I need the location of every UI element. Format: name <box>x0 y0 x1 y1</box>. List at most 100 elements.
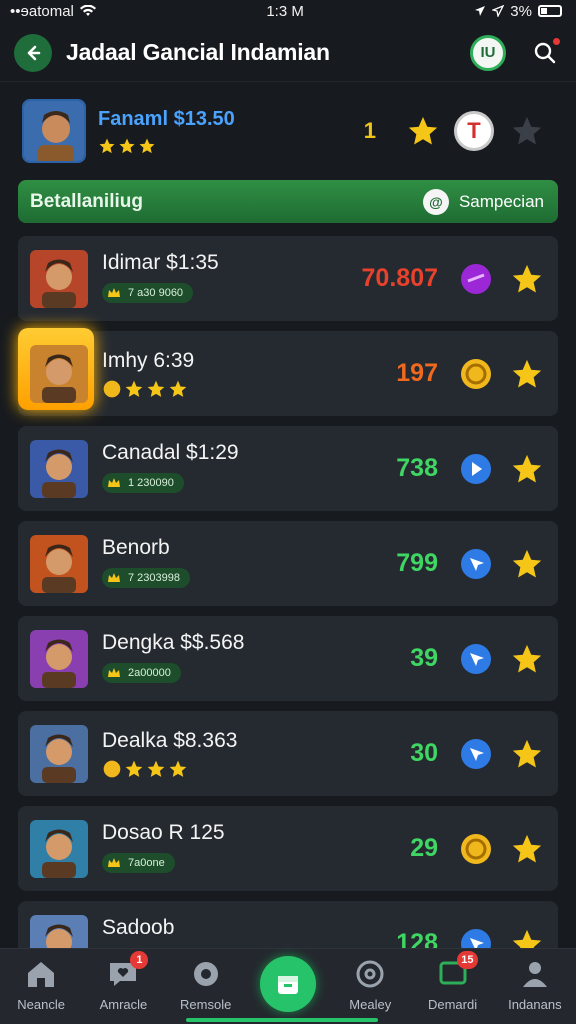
notification-count-badge: 1 <box>130 951 149 969</box>
row-chip: 7 a30 9060 <box>102 283 194 303</box>
row-name: Canadal $1:29 <box>102 441 239 464</box>
star-icon[interactable] <box>510 737 544 771</box>
row-chip: 1 230090 <box>102 473 184 493</box>
row-name: Benorb <box>102 536 170 559</box>
star-outline-icon[interactable] <box>510 114 544 148</box>
row-name: Imhy 6:39 <box>102 348 195 372</box>
blue-arrow-icon[interactable] <box>460 738 492 770</box>
hero-portrait <box>30 819 88 878</box>
page-title: Jadaal Gancial Indamian <box>66 39 330 65</box>
nav-label: Remsole <box>180 997 232 1012</box>
status-bar: ••ɘatomal 1:3 M 3% <box>0 0 576 22</box>
search-button[interactable] <box>528 36 562 70</box>
profile-star-rating <box>98 137 364 155</box>
nav-item-amracle[interactable]: Amracle 1 <box>82 951 164 1012</box>
chat-icon: @ <box>422 188 449 215</box>
list-item[interactable]: Canadal $1:29 1 230090 738 <box>18 426 558 511</box>
crown-icon <box>108 573 120 582</box>
list-item[interactable]: Dosao R 125 7a0one 29 <box>18 806 558 891</box>
row-chip: 7 2303998 <box>102 568 190 588</box>
banner-action-button[interactable]: @ Sampecian <box>422 188 544 215</box>
profile-card[interactable]: Fanaml $13.50 1 T <box>18 94 558 168</box>
crown-icon <box>108 858 120 867</box>
chip-text: 7a0one <box>128 857 165 869</box>
nav-label: Amracle <box>99 997 148 1012</box>
gold-coin-icon[interactable] <box>460 358 492 390</box>
star-icon <box>125 760 143 777</box>
coin-icon <box>103 760 121 777</box>
banner-action-label: Sampecian <box>458 191 544 211</box>
send-icon <box>492 5 505 17</box>
star-icon[interactable] <box>406 114 440 148</box>
list-item[interactable]: Benorb 7 2303998 799 <box>18 521 558 606</box>
star-icon <box>139 138 155 153</box>
chip-text: 1 230090 <box>128 477 174 489</box>
battery-icon <box>537 5 562 17</box>
gold-coin-icon[interactable] <box>460 833 492 865</box>
nav-item-indanans[interactable]: Indanans <box>494 957 576 1012</box>
crown-icon <box>108 668 120 677</box>
person-icon <box>518 957 552 991</box>
row-value: 799 <box>396 549 438 577</box>
row-name: Dengka $$.568 <box>102 631 245 654</box>
nav-label: Mealey <box>349 997 392 1012</box>
row-value: 197 <box>396 359 438 387</box>
home-icon <box>24 957 58 991</box>
star-icon[interactable] <box>510 357 544 391</box>
carrier-label: ••ɘatomal <box>10 2 74 20</box>
battery-percent: 3% <box>510 2 532 20</box>
star-icon[interactable] <box>510 452 544 486</box>
star-icon <box>119 138 135 153</box>
notification-dot <box>553 37 560 45</box>
row-value: 738 <box>396 454 438 482</box>
purple-orb-icon[interactable] <box>460 263 492 295</box>
row-star-rating <box>102 759 328 779</box>
nav-label: Indanans <box>508 997 562 1012</box>
row-name: Idimar $1:35 <box>102 251 219 274</box>
hero-portrait <box>30 439 88 498</box>
star-icon[interactable] <box>510 832 544 866</box>
list-item[interactable]: Idimar $1:35 7 a30 9060 70.807 <box>18 236 558 321</box>
crown-icon <box>108 288 120 297</box>
list-item[interactable]: Dengka $$.568 2a00000 39 <box>18 616 558 701</box>
crown-icon <box>108 478 120 487</box>
gear-icon <box>189 957 223 991</box>
row-value: 30 <box>410 739 438 767</box>
wifi-icon <box>79 5 96 16</box>
section-banner: Betallaniliug @ Sampecian <box>18 180 558 223</box>
inbox-icon[interactable] <box>259 956 316 1012</box>
blue-arrow-icon[interactable] <box>460 548 492 580</box>
star-icon <box>99 138 115 153</box>
banner-title: Betallaniliug <box>30 190 143 212</box>
row-chip: 7a0one <box>102 853 175 873</box>
home-indicator <box>186 1018 378 1022</box>
blue-play-icon[interactable] <box>460 453 492 485</box>
star-icon <box>147 380 165 397</box>
nav-item-demardi[interactable]: Demardi 15 <box>412 951 494 1012</box>
star-icon <box>125 380 143 397</box>
star-icon[interactable] <box>510 642 544 676</box>
clock: 1:3 M <box>266 2 304 20</box>
bottom-nav: Neancle Amracle 1 Remsole Mealey Demardi 15 Ind… <box>0 948 576 1024</box>
row-value: 70.807 <box>361 264 438 292</box>
nav-item-remsole[interactable]: Remsole <box>165 957 247 1012</box>
hero-portrait <box>30 629 88 688</box>
back-button[interactable] <box>14 33 52 72</box>
nav-item-center[interactable] <box>247 956 329 1012</box>
blue-arrow-icon[interactable] <box>460 643 492 675</box>
location-icon <box>475 6 486 16</box>
star-icon[interactable] <box>510 547 544 581</box>
list-item[interactable]: Dealka $8.363 30 <box>18 711 558 796</box>
t-badge[interactable]: T <box>454 111 494 151</box>
row-name: Dosao R 125 <box>102 821 225 844</box>
star-icon[interactable] <box>510 262 544 296</box>
row-chip: 2a00000 <box>102 663 181 683</box>
row-value: 29 <box>410 834 438 862</box>
list-item[interactable]: Imhy 6:39 197 <box>18 328 558 416</box>
nav-item-neancle[interactable]: Neancle <box>0 957 82 1012</box>
chip-text: 2a00000 <box>128 667 171 679</box>
hero-portrait <box>30 534 88 593</box>
user-avatar[interactable]: IU <box>470 34 506 71</box>
star-icon <box>169 760 187 777</box>
nav-item-mealey[interactable]: Mealey <box>329 957 411 1012</box>
